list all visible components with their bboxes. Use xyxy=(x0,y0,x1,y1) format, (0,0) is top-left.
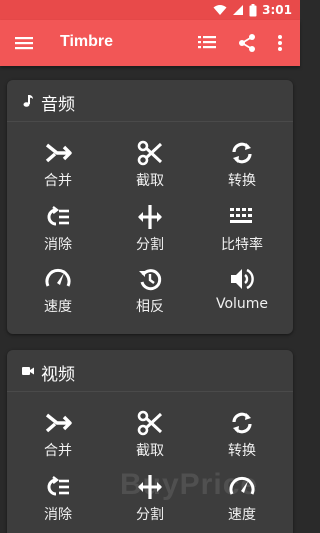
merge-icon xyxy=(45,143,72,163)
watermark: BuyPrice xyxy=(120,468,259,501)
video-card-title: 视频 xyxy=(41,365,75,385)
wifi-icon xyxy=(213,5,227,15)
audio-volume-button[interactable]: Volume xyxy=(197,266,287,312)
scissors-icon xyxy=(137,140,163,166)
audio-trim-button[interactable]: 截取 xyxy=(105,140,195,190)
status-time: 3:01 xyxy=(262,3,292,17)
status-bar: 3:01 xyxy=(0,0,300,20)
audio-card: 音频 合并 截取 转换 消除 分割 比特率 速度 相反 Volume xyxy=(7,80,293,334)
audio-card-title: 音频 xyxy=(41,95,75,115)
audio-merge-button[interactable]: 合并 xyxy=(13,140,103,190)
video-remove-button[interactable]: 消除 xyxy=(13,474,103,524)
tool-label: 截取 xyxy=(136,443,164,459)
tool-label: 相反 xyxy=(136,299,164,315)
video-merge-button[interactable]: 合并 xyxy=(13,410,103,460)
convert-icon xyxy=(232,142,252,164)
reverse-icon xyxy=(139,269,162,291)
audio-convert-button[interactable]: 转换 xyxy=(197,140,287,190)
tool-label: 转换 xyxy=(228,443,256,459)
remove-icon xyxy=(47,476,69,496)
video-card: 视频 合并 截取 转换 消除 分割 速度 xyxy=(7,350,293,533)
music-note-icon xyxy=(23,95,33,107)
tool-label: 速度 xyxy=(44,299,72,315)
tool-label: Volume xyxy=(215,296,269,312)
status-icons: 3:01 xyxy=(213,2,292,18)
tool-label: 消除 xyxy=(44,507,72,523)
speed-icon xyxy=(45,268,71,287)
tool-label: 分割 xyxy=(136,507,164,523)
audio-reverse-button[interactable]: 相反 xyxy=(105,266,195,316)
tool-label: 合并 xyxy=(44,173,72,189)
audio-remove-button[interactable]: 消除 xyxy=(13,204,103,254)
remove-icon xyxy=(47,206,69,226)
tool-label: 截取 xyxy=(136,173,164,189)
video-convert-button[interactable]: 转换 xyxy=(197,410,287,460)
tool-label: 分割 xyxy=(136,237,164,253)
tool-label: 转换 xyxy=(228,173,256,189)
audio-card-header: 音频 xyxy=(7,80,293,122)
signal-icon xyxy=(233,5,244,15)
tool-label: 消除 xyxy=(44,237,72,253)
convert-icon xyxy=(232,412,252,434)
app-title: Timbre xyxy=(60,33,114,50)
list-icon[interactable] xyxy=(197,33,217,53)
scissors-icon xyxy=(137,410,163,436)
menu-icon[interactable] xyxy=(14,33,34,53)
audio-split-button[interactable]: 分割 xyxy=(105,204,195,254)
share-icon[interactable] xyxy=(237,33,257,53)
volume-icon xyxy=(231,268,254,290)
tool-label: 速度 xyxy=(228,507,256,523)
bitrate-icon xyxy=(230,208,252,223)
audio-speed-button[interactable]: 速度 xyxy=(13,266,103,316)
app-bar: Timbre xyxy=(0,20,300,66)
tool-label: 合并 xyxy=(44,443,72,459)
tool-label: 比特率 xyxy=(221,237,263,253)
more-vert-icon[interactable] xyxy=(270,33,290,53)
merge-icon xyxy=(45,413,72,433)
audio-bitrate-button[interactable]: 比特率 xyxy=(197,204,287,254)
video-camera-icon xyxy=(22,367,34,375)
split-icon xyxy=(138,205,162,229)
video-card-header: 视频 xyxy=(7,350,293,392)
battery-icon xyxy=(249,3,257,16)
video-trim-button[interactable]: 截取 xyxy=(105,410,195,460)
